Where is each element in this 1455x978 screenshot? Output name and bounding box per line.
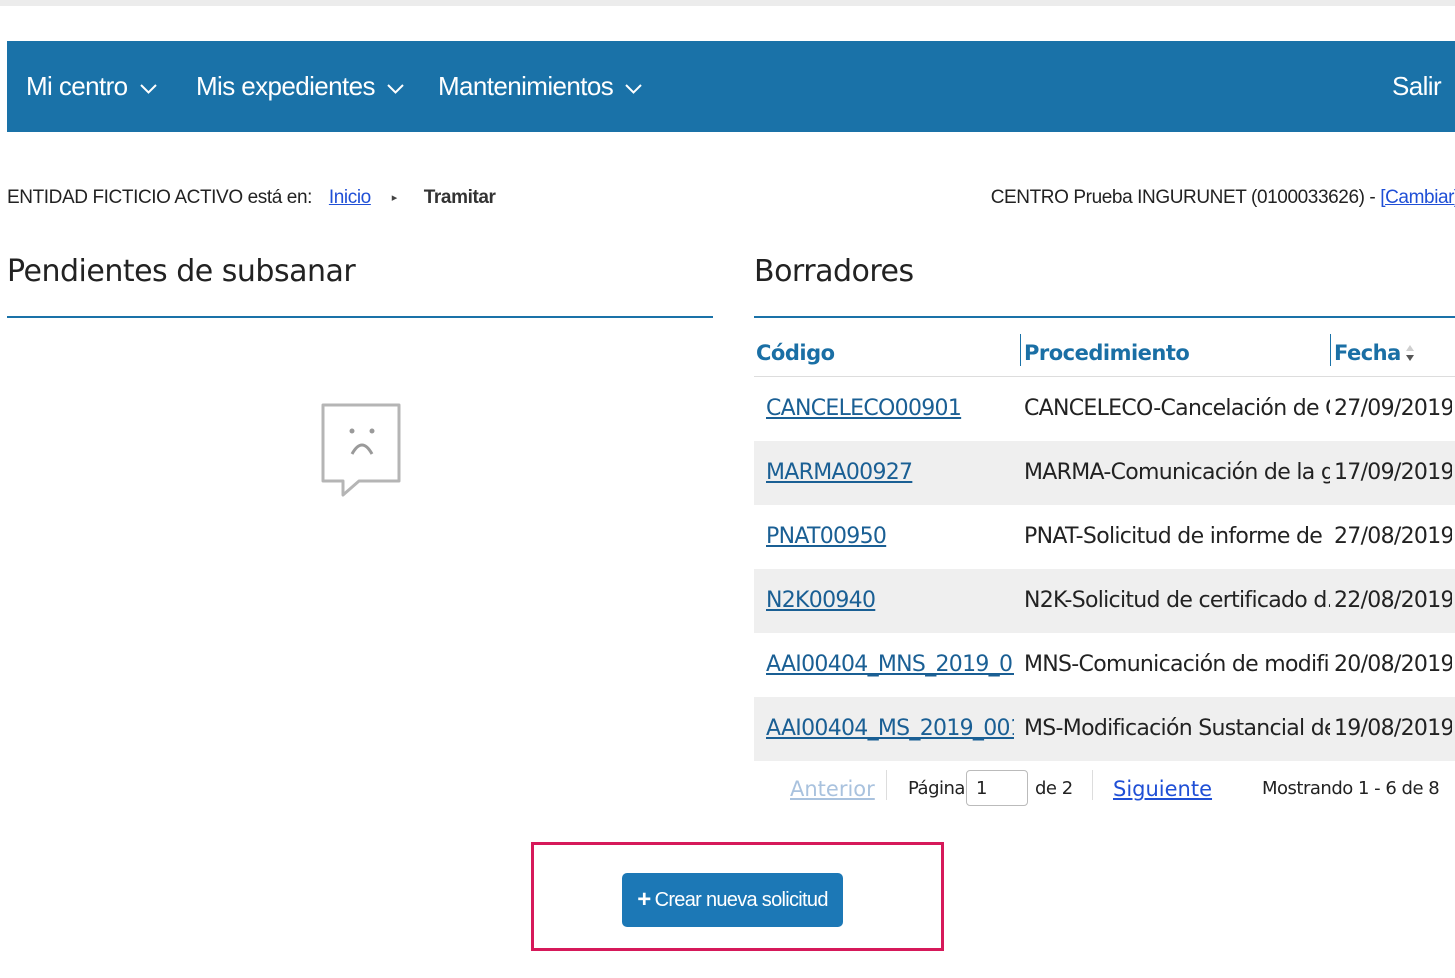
draft-code-link[interactable]: AAI00404_MNS_2019_0... (766, 652, 1014, 677)
nav-mantenimientos[interactable]: Mantenimientos (438, 41, 642, 132)
table-row: AAI00404_MNS_2019_0... MNS-Comunicación … (754, 633, 1455, 697)
chevron-down-icon (387, 84, 404, 94)
pagination-summary: Mostrando 1 - 6 de 8 (1262, 778, 1440, 799)
pending-divider (7, 316, 713, 318)
nav-mi-centro[interactable]: Mi centro (26, 41, 157, 132)
pagination: Anterior Página de 2 Siguiente Mostrando… (754, 766, 1455, 812)
table-row: PNAT00950 PNAT-Solicitud de informe de .… (754, 505, 1455, 569)
draft-procedure: MNS-Comunicación de modifi... (1024, 652, 1330, 677)
centro-text: CENTRO Prueba INGURUNET (0100033626) - (990, 187, 1381, 208)
pagination-next-link[interactable]: Siguiente (1113, 766, 1212, 812)
sad-message-icon (321, 403, 401, 497)
column-header-codigo[interactable]: Código (756, 330, 835, 376)
table-row: AAI00404_MS_2019_001 MS-Modificación Sus… (754, 697, 1455, 761)
breadcrumb-home-link[interactable]: Inicio (329, 187, 371, 208)
draft-procedure: MARMA-Comunicación de la g... (1024, 460, 1330, 485)
draft-procedure: MS-Modificación Sustancial de... (1024, 716, 1330, 741)
column-header-procedimiento[interactable]: Procedimiento (1024, 330, 1190, 376)
top-strip (0, 0, 1455, 6)
centro-info: CENTRO Prueba INGURUNET (0100033626) - [… (991, 187, 1455, 209)
table-row: MARMA00927 MARMA-Comunicación de la g...… (754, 441, 1455, 505)
pagination-page-label: Página (908, 778, 965, 799)
breadcrumb-current: Tramitar (423, 187, 496, 208)
draft-date: 27/08/2019 (1334, 524, 1452, 549)
column-header-fecha-label: Fecha (1334, 341, 1401, 365)
main-navbar: Mi centro Mis expedientes Mantenimientos… (7, 41, 1455, 132)
draft-procedure: N2K-Solicitud de certificado d... (1024, 588, 1330, 613)
nav-label: Mis expedientes (196, 71, 375, 101)
create-request-label: Crear nueva solicitud (654, 888, 829, 911)
pagination-separator (1092, 770, 1093, 800)
draft-code-link[interactable]: N2K00940 (766, 588, 876, 613)
nav-label: Mantenimientos (438, 71, 614, 101)
draft-date: 22/08/2019 (1334, 588, 1452, 613)
breadcrumb-separator-icon: ▸ (391, 192, 398, 204)
plus-icon: + (637, 886, 651, 913)
column-divider (1020, 334, 1021, 366)
pending-title: Pendientes de subsanar (7, 254, 356, 289)
change-centro-link[interactable]: [Cambiar] (1380, 187, 1455, 208)
chevron-down-icon (139, 84, 157, 94)
drafts-divider (754, 316, 1455, 318)
sort-icon[interactable] (1405, 342, 1415, 364)
chevron-down-icon (625, 84, 642, 94)
draft-date: 27/09/2019 (1334, 396, 1452, 421)
draft-date: 20/08/2019 (1334, 652, 1452, 677)
pagination-separator (886, 770, 887, 800)
draft-code-link[interactable]: CANCELECO00901 (766, 396, 962, 421)
breadcrumb: ENTIDAD FICTICIO ACTIVO está en: Inicio … (7, 187, 496, 209)
nav-mis-expedientes[interactable]: Mis expedientes (196, 41, 404, 132)
breadcrumb-prefix: ENTIDAD FICTICIO ACTIVO está en: (7, 187, 312, 208)
logout-button[interactable]: Salir (1392, 41, 1442, 132)
table-row: CANCELECO00901 CANCELECO-Cancelación de … (754, 377, 1455, 441)
pagination-of-label: de 2 (1035, 778, 1073, 799)
table-row: N2K00940 N2K-Solicitud de certificado d.… (754, 569, 1455, 633)
draft-date: 17/09/2019 (1334, 460, 1452, 485)
draft-code-link[interactable]: AAI00404_MS_2019_001 (766, 716, 1014, 741)
drafts-table-header: Código Procedimiento Fecha (754, 330, 1455, 377)
pagination-prev-link[interactable]: Anterior (790, 766, 875, 812)
pagination-page-input[interactable] (966, 770, 1028, 806)
draft-date: 19/08/2019 (1334, 716, 1452, 741)
create-request-button[interactable]: + Crear nueva solicitud (622, 873, 843, 927)
draft-procedure: PNAT-Solicitud de informe de ... (1024, 524, 1330, 549)
nav-label: Mi centro (26, 71, 128, 101)
column-header-fecha[interactable]: Fecha (1334, 330, 1415, 376)
drafts-title: Borradores (754, 254, 914, 289)
draft-code-link[interactable]: PNAT00950 (766, 524, 887, 549)
draft-code-link[interactable]: MARMA00927 (766, 460, 913, 485)
column-divider (1330, 334, 1331, 366)
draft-procedure: CANCELECO-Cancelación de C... (1024, 396, 1330, 421)
